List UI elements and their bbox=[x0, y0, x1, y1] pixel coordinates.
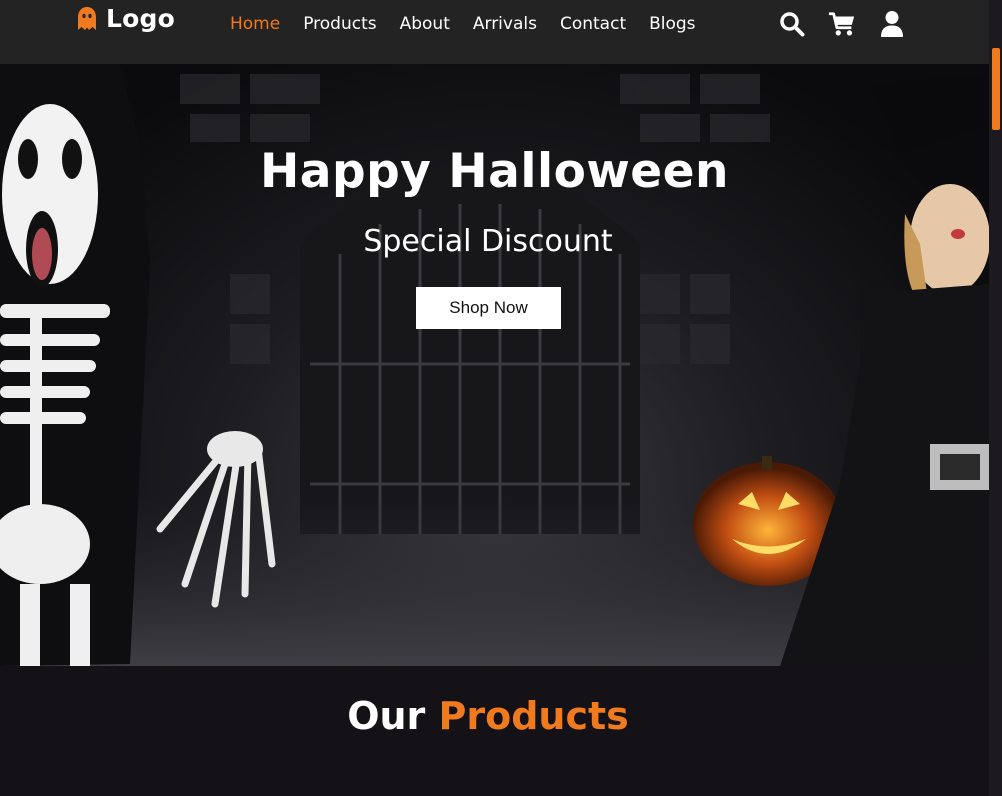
ghost-icon bbox=[78, 6, 96, 30]
scrollbar-thumb[interactable] bbox=[992, 48, 1000, 130]
main-nav: Home Products About Arrivals Contact Blo… bbox=[230, 14, 696, 34]
hero-title: Happy Halloween bbox=[259, 144, 730, 199]
nav-link-arrivals[interactable]: Arrivals bbox=[473, 14, 537, 34]
hero-banner: Happy Halloween Special Discount Shop No… bbox=[0, 64, 989, 666]
nav-link-home[interactable]: Home bbox=[230, 14, 280, 34]
scrollbar-track[interactable] bbox=[989, 0, 1002, 796]
products-title-products: Products bbox=[438, 694, 629, 738]
user-icon[interactable] bbox=[878, 10, 906, 38]
header-icons bbox=[778, 10, 906, 38]
nav-link-about[interactable]: About bbox=[400, 14, 450, 34]
shop-now-button[interactable]: Shop Now bbox=[416, 287, 561, 329]
nav-link-blogs[interactable]: Blogs bbox=[649, 14, 695, 34]
logo-text: Logo bbox=[106, 4, 175, 33]
nav-link-contact[interactable]: Contact bbox=[560, 14, 626, 34]
hero-subtitle: Special Discount bbox=[363, 224, 613, 259]
products-title-our: Our bbox=[347, 694, 426, 738]
nav-link-products[interactable]: Products bbox=[303, 14, 376, 34]
top-navbar: Logo Home Products About Arrivals Contac… bbox=[0, 0, 1002, 64]
search-icon[interactable] bbox=[778, 10, 806, 38]
cart-icon[interactable] bbox=[828, 10, 856, 38]
products-section-title: Our Products bbox=[0, 694, 976, 738]
logo[interactable]: Logo bbox=[76, 4, 175, 33]
